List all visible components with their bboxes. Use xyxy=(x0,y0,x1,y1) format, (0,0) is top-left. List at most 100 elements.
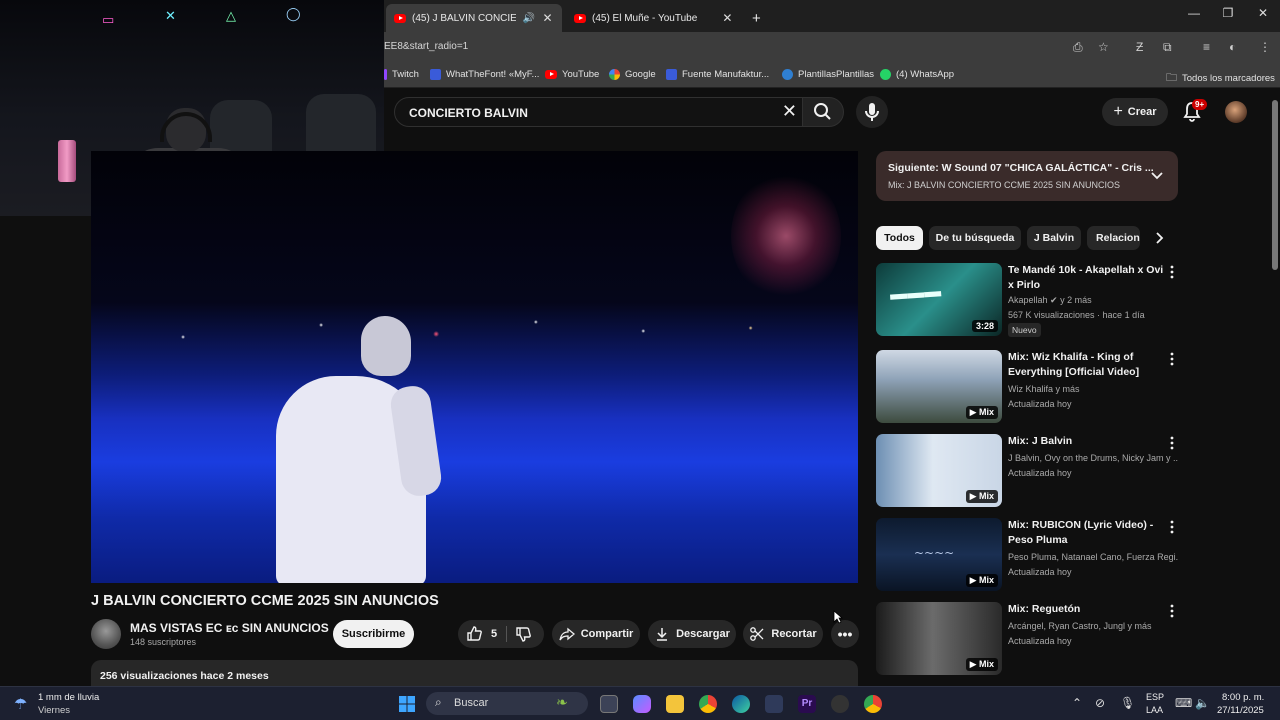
like-count: 5 xyxy=(491,627,498,640)
volume-icon[interactable]: 🔈 xyxy=(1195,696,1210,710)
video-player[interactable] xyxy=(91,151,858,583)
file-explorer-icon[interactable] xyxy=(666,695,684,713)
windows-start-icon[interactable] xyxy=(398,695,416,713)
new-tab-button[interactable]: + xyxy=(744,4,769,32)
video-thumbnail[interactable]: ~~~~ ▶ Mix xyxy=(876,518,1002,591)
page-scrollbar[interactable] xyxy=(1270,90,1280,686)
bookmark-plantillas[interactable]: PlantillasPlantillas xyxy=(782,69,874,80)
chrome-icon[interactable] xyxy=(699,695,717,713)
chrome-active-icon[interactable] xyxy=(864,695,882,713)
channel-avatar[interactable] xyxy=(91,619,121,649)
tab-active[interactable]: (45) J BALVIN CONCIERTO C 🔊 ✕ xyxy=(386,4,562,32)
close-window-icon[interactable]: ✕ xyxy=(1253,6,1273,20)
scrollbar-thumb[interactable] xyxy=(1272,100,1278,270)
language-code[interactable]: ESP xyxy=(1146,692,1164,702)
more-vertical-icon[interactable] xyxy=(1168,436,1176,450)
recommendation-title: Mix: J Balvin xyxy=(1008,435,1073,447)
weather-text[interactable]: 1 mm de lluvia xyxy=(38,692,99,703)
bookmark-fuente[interactable]: Fuente Manufaktur... xyxy=(666,69,769,80)
chevron-right-icon[interactable] xyxy=(1152,231,1166,245)
create-button[interactable]: + Crear xyxy=(1102,98,1168,126)
youtube-favicon-icon xyxy=(394,13,406,23)
audio-icon[interactable]: 🔊 xyxy=(522,13,534,24)
share-button[interactable]: Compartir xyxy=(552,620,640,648)
more-vertical-icon[interactable] xyxy=(1168,520,1176,534)
recommendation-item[interactable]: ▶ Mix Mix: J Balvin J Balvin, Ovy on the… xyxy=(876,434,1178,510)
plantillas-icon xyxy=(782,69,793,80)
video-thumbnail[interactable]: ▬▬▬ 3:28 xyxy=(876,263,1002,336)
close-tab-icon[interactable]: ✕ xyxy=(721,11,734,25)
tab-title: (45) J BALVIN CONCIERTO C xyxy=(412,12,517,24)
recommendation-item[interactable]: ▬▬▬ 3:28 Te Mandé 10k - Akapellah x Ovi … xyxy=(876,263,1176,339)
download-button[interactable]: Descargar xyxy=(648,620,736,648)
up-next-panel[interactable] xyxy=(876,151,1178,201)
obs-icon[interactable] xyxy=(831,695,849,713)
bookmark-whatsapp[interactable]: (4) WhatsApp xyxy=(880,69,954,80)
neon-light-pink: ▭ xyxy=(102,12,115,27)
search-button[interactable] xyxy=(802,97,844,127)
menu-dots-icon[interactable]: ⋮ xyxy=(1259,40,1271,54)
video-thumbnail[interactable]: ▶ Mix xyxy=(876,350,1002,423)
chip-j-balvin[interactable]: J Balvin xyxy=(1027,226,1081,250)
views-and-date: 256 visualizaciones hace 2 meses xyxy=(100,670,269,682)
more-actions-icon[interactable]: ••• xyxy=(831,620,859,648)
recommendation-channel: Peso Pluma, Natanael Cano, Fuerza Regi..… xyxy=(1008,552,1178,562)
wifi-icon[interactable]: ⌨ xyxy=(1175,696,1192,710)
extensions-puzzle-icon[interactable]: ⧉ xyxy=(1163,40,1172,55)
recommendation-title: Mix: RUBICON (Lyric Video) - Peso Pluma xyxy=(1008,519,1154,546)
clear-search-icon[interactable]: ✕ xyxy=(782,101,797,122)
recommendation-item[interactable]: ▶ Mix Mix: Wiz Khalifa - King of Everyth… xyxy=(876,350,1176,426)
url-field[interactable]: EE8&start_radio=1 xyxy=(384,41,468,52)
subscribe-button[interactable]: Suscribirme xyxy=(333,620,414,648)
network-icon[interactable]: ⊘ xyxy=(1095,696,1105,710)
bookmark-google[interactable]: Google xyxy=(609,69,656,80)
bookmark-twitch[interactable]: Twitch xyxy=(384,69,419,80)
subscriber-count: 148 suscriptores xyxy=(130,637,197,647)
channel-name[interactable]: MAS VISTAS EC ᴇᴄ SIN ANUNCIOS xyxy=(130,621,329,635)
recommendation-item[interactable]: ~~~~ ▶ Mix Mix: RUBICON (Lyric Video) - … xyxy=(876,518,1178,594)
video-title: J BALVIN CONCIERTO CCME 2025 SIN ANUNCIO… xyxy=(91,593,439,609)
bookmark-youtube[interactable]: YouTube xyxy=(545,69,599,80)
microphone-icon[interactable]: 🎙 xyxy=(1120,696,1135,710)
recommendation-title: Mix: Wiz Khalifa - King of Everything [O… xyxy=(1008,351,1140,378)
rain-cloud-icon: ☂ xyxy=(14,696,28,713)
more-vertical-icon[interactable] xyxy=(1168,604,1176,618)
maximize-icon[interactable]: ❐ xyxy=(1218,6,1238,20)
copilot-icon[interactable] xyxy=(633,695,651,713)
recommendation-meta: 567 K visualizaciones · hace 1 día xyxy=(1008,310,1145,320)
video-thumbnail[interactable]: ▶ Mix xyxy=(876,602,1002,675)
clip-button[interactable]: Recortar xyxy=(743,620,823,648)
all-bookmarks[interactable]: 🗀 Todos los marcadores xyxy=(1166,69,1275,88)
app-icon[interactable] xyxy=(765,695,783,713)
account-avatar[interactable] xyxy=(1225,101,1247,123)
thumbs-down-icon[interactable] xyxy=(515,626,532,643)
extension-z-icon[interactable]: Ƶ xyxy=(1136,40,1143,54)
recommendation-item[interactable]: ▶ Mix Mix: Reguetón Arcángel, Ryan Castr… xyxy=(876,602,1176,678)
chip-all[interactable]: Todos xyxy=(876,226,923,250)
media-control-icon[interactable]: ≡ xyxy=(1203,40,1210,54)
tab-inactive[interactable]: (45) El Muñe - YouTube ✕ xyxy=(566,4,742,32)
edge-icon[interactable] xyxy=(732,695,750,713)
chevron-down-icon[interactable] xyxy=(1150,168,1164,182)
chip-related[interactable]: Relacion xyxy=(1087,226,1140,250)
voice-search-button[interactable] xyxy=(856,96,888,128)
clock-time[interactable]: 8:00 p. m. xyxy=(1222,692,1264,703)
chevron-up-icon[interactable]: ⌃ xyxy=(1072,696,1082,710)
profile-icon[interactable]: ◐ xyxy=(1229,40,1236,54)
minimize-icon[interactable]: — xyxy=(1184,6,1204,20)
video-thumbnail[interactable]: ▶ Mix xyxy=(876,434,1002,507)
more-vertical-icon[interactable] xyxy=(1168,265,1176,279)
folder-icon: 🗀 xyxy=(1166,72,1177,84)
task-view-icon[interactable] xyxy=(600,695,618,713)
scissors-icon xyxy=(750,627,764,641)
install-app-icon[interactable]: ⎙ xyxy=(1073,40,1083,55)
more-vertical-icon[interactable] xyxy=(1168,352,1176,366)
close-tab-icon[interactable]: ✕ xyxy=(541,11,554,25)
like-button[interactable]: 5 xyxy=(466,625,497,642)
premiere-pro-icon[interactable]: Pr xyxy=(798,695,816,713)
new-badge: Nuevo xyxy=(1008,323,1041,337)
bookmark-whatthefont[interactable]: WhatTheFont! «MyF... xyxy=(430,69,539,80)
search-input[interactable]: CONCIERTO BALVIN ✕ xyxy=(394,97,808,127)
bookmark-star-icon[interactable]: ☆ xyxy=(1098,40,1109,54)
chip-from-search[interactable]: De tu búsqueda xyxy=(929,226,1021,250)
